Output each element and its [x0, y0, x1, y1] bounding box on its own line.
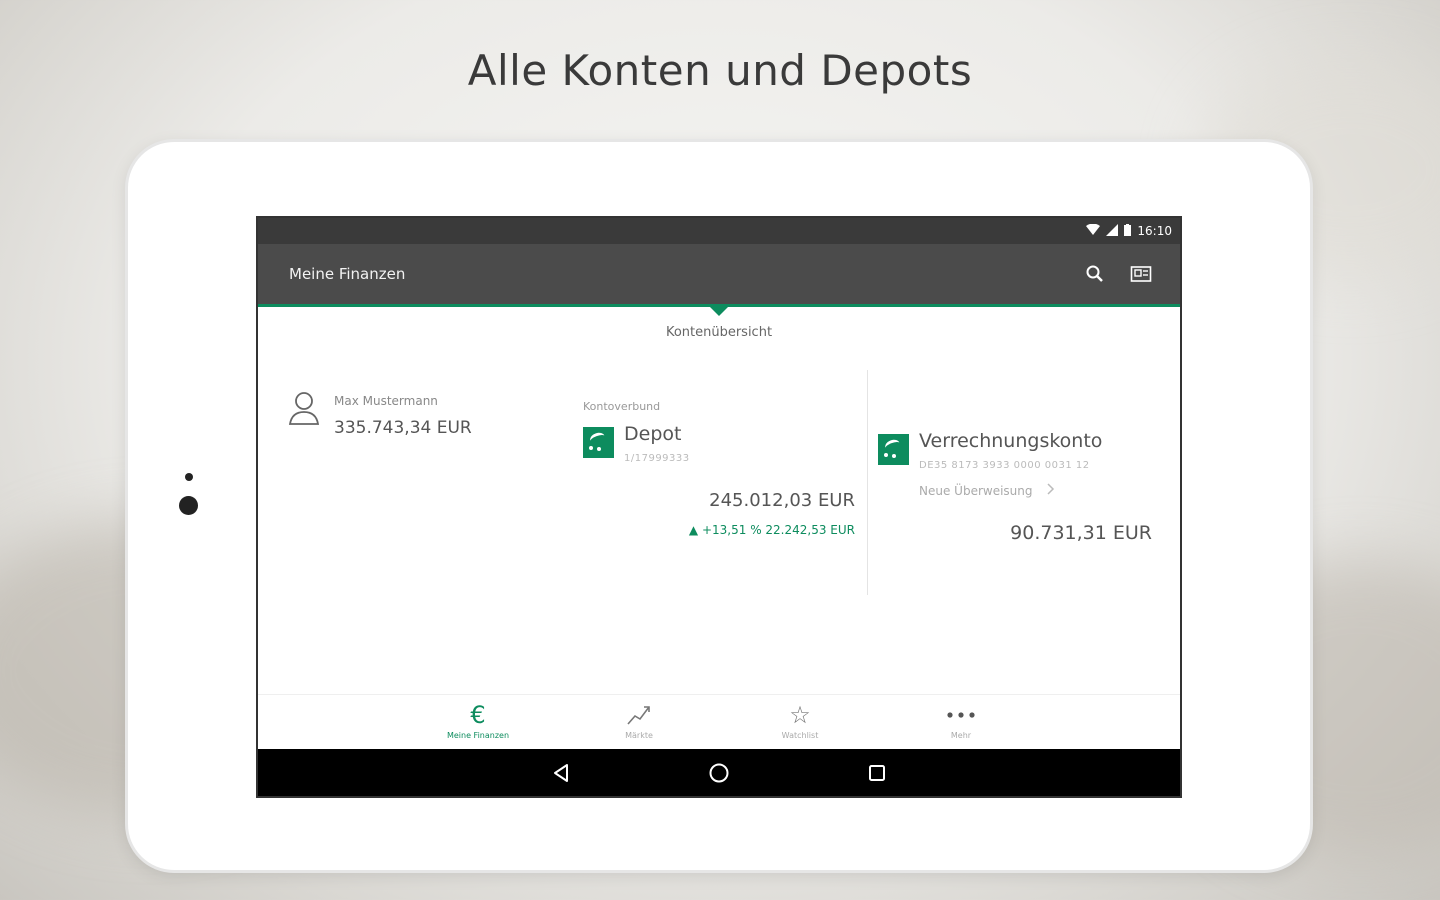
- tab-kontenuebersicht[interactable]: Kontenübersicht: [258, 325, 1180, 340]
- signal-icon: [1106, 223, 1119, 239]
- nav-watchlist[interactable]: ☆ Watchlist: [750, 701, 850, 740]
- tab-indicator: [709, 306, 729, 316]
- column-divider: [867, 370, 868, 595]
- status-bar: 16:10: [258, 218, 1180, 244]
- headline: Alle Konten und Depots: [467, 46, 973, 95]
- owner-name: Max Mustermann: [334, 394, 438, 408]
- app-bar: Meine Finanzen: [258, 244, 1180, 316]
- search-icon[interactable]: [1078, 257, 1112, 291]
- owner-total: 335.743,34 EUR: [334, 418, 472, 438]
- group-label: Kontoverbund: [583, 400, 661, 413]
- bank-logo-icon: [583, 427, 614, 458]
- depot-change: ▲ +13,51 % 22.242,53 EUR: [583, 523, 855, 537]
- recents-icon[interactable]: [857, 753, 897, 793]
- tablet-camera: [179, 496, 198, 515]
- home-icon[interactable]: [699, 753, 739, 793]
- nav-meine-finanzen[interactable]: € Meine Finanzen: [428, 701, 528, 740]
- vk-iban: DE35 8173 3933 0000 0031 12: [919, 460, 1090, 471]
- postbox-icon[interactable]: [1124, 257, 1158, 291]
- depot-card[interactable]: Kontoverbund Depot 1/17999333 245.012,03…: [583, 400, 855, 537]
- accounts-overview: Max Mustermann 335.743,34 EUR Kontoverbu…: [258, 340, 1180, 690]
- bank-logo-icon: [878, 434, 909, 465]
- euro-icon: €: [470, 701, 486, 729]
- nav-label: Märkte: [625, 731, 653, 740]
- owner-summary[interactable]: Max Mustermann 335.743,34 EUR: [288, 390, 472, 438]
- back-icon[interactable]: [541, 753, 581, 793]
- depot-change-value: +13,51 % 22.242,53 EUR: [701, 523, 855, 537]
- depot-name: Depot: [624, 423, 682, 445]
- nav-maerkte[interactable]: Märkte: [589, 701, 689, 740]
- device-screen: 16:10 Meine Finanzen Kontenübersicht Max…: [256, 216, 1182, 798]
- more-icon: [911, 701, 1011, 729]
- star-icon: ☆: [789, 701, 811, 729]
- battery-icon: [1124, 223, 1132, 239]
- nav-label: Mehr: [950, 731, 972, 740]
- bottom-navigation: € Meine Finanzen Märkte ☆ Watchlist Mehr: [258, 694, 1180, 748]
- nav-label: Meine Finanzen: [446, 731, 510, 740]
- new-transfer-link[interactable]: Neue Überweisung: [919, 483, 1102, 498]
- wifi-icon: [1086, 223, 1101, 239]
- nav-mehr[interactable]: Mehr: [911, 701, 1011, 740]
- vk-value: 90.731,31 EUR: [1010, 522, 1152, 544]
- status-time: 16:10: [1137, 224, 1172, 238]
- user-icon: [288, 390, 320, 438]
- chart-icon: [589, 701, 689, 729]
- new-transfer-label: Neue Überweisung: [919, 483, 1033, 498]
- verrechnungskonto-card[interactable]: Verrechnungskonto DE35 8173 3933 0000 00…: [878, 420, 1152, 544]
- app-bar-title: Meine Finanzen: [289, 265, 406, 283]
- nav-label: Watchlist: [781, 731, 819, 740]
- depot-number: 1/17999333: [624, 453, 690, 464]
- system-navigation-bar: [258, 749, 1180, 796]
- chevron-right-icon: [1046, 483, 1055, 498]
- vk-name: Verrechnungskonto: [919, 430, 1103, 452]
- triangle-up-icon: ▲: [688, 523, 699, 537]
- depot-value: 245.012,03 EUR: [709, 490, 855, 511]
- tablet-sensor: [185, 473, 193, 481]
